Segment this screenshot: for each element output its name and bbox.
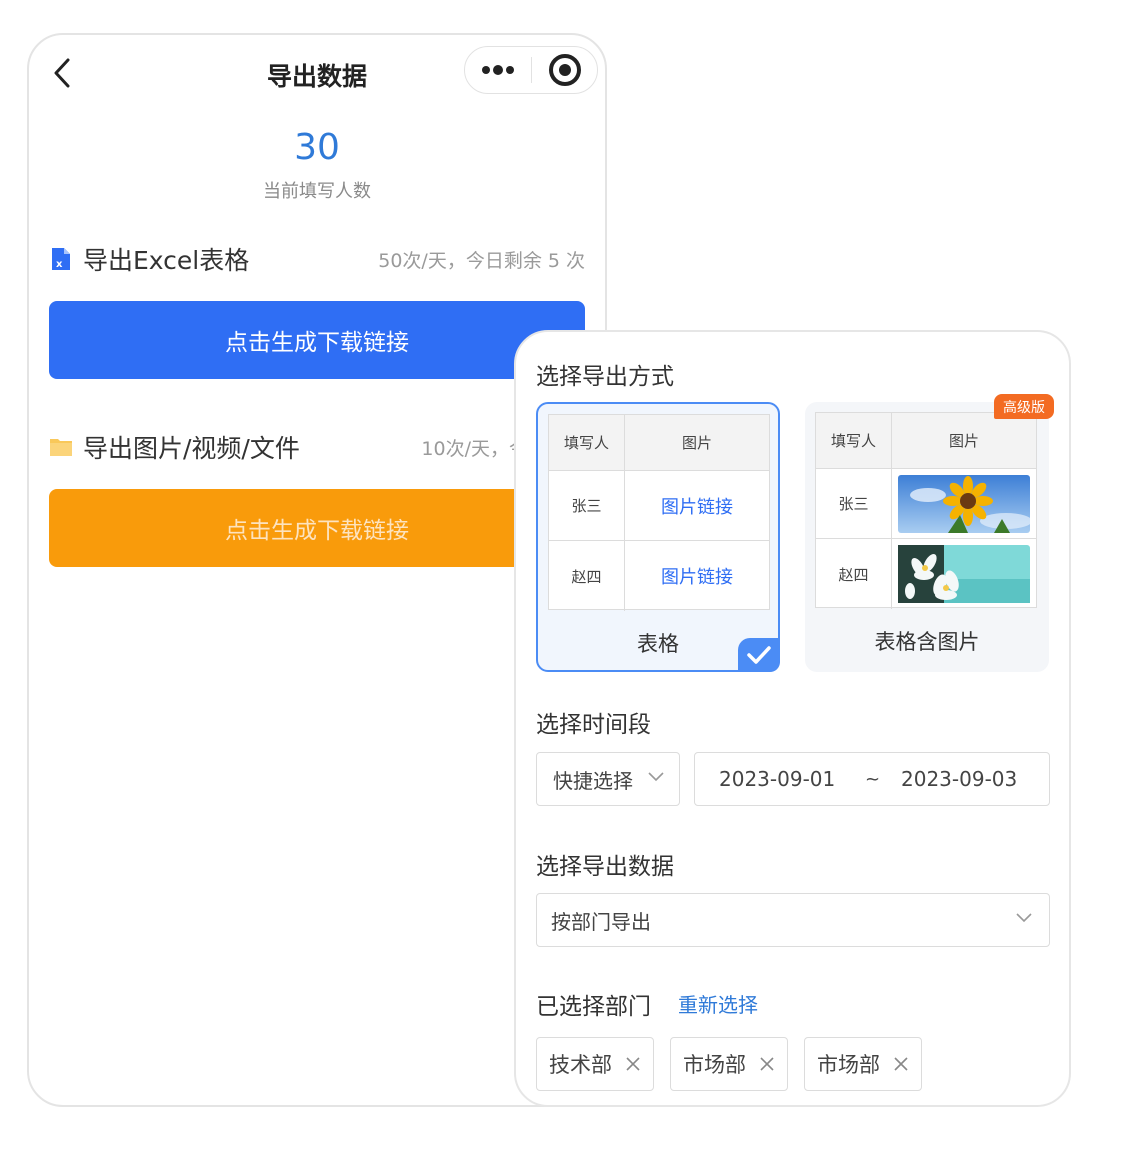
- close-icon[interactable]: [893, 1056, 909, 1072]
- export-options-card: 选择导出方式 填写人 图片 张三 图片链接 赵四 图片链接 表格 高级版 填写人…: [514, 330, 1071, 1107]
- export-by-value: 按部门导出: [551, 909, 651, 934]
- export-mode-table-images-option[interactable]: 填写人 图片 张三 赵四 表格含图片: [805, 402, 1049, 672]
- premium-badge: 高级版: [994, 394, 1054, 419]
- chevron-down-icon: [1016, 913, 1032, 923]
- export-data-title: 选择导出数据: [536, 854, 674, 880]
- preview-header-cell: 填写人: [549, 415, 625, 471]
- generate-media-link-button[interactable]: 点击生成下载链接: [49, 489, 585, 567]
- preview-name-cell: 赵四: [549, 541, 625, 611]
- folder-icon: [50, 439, 72, 456]
- export-excel-row: x 导出Excel表格 50次/天，今日剩余 5 次: [49, 241, 585, 277]
- preview-link-cell: 图片链接: [625, 471, 769, 541]
- white-flowers-photo: [892, 539, 1036, 609]
- reselect-link[interactable]: 重新选择: [678, 989, 758, 1018]
- preview-link-cell: 图片链接: [661, 567, 733, 588]
- table-preview: 填写人 图片 张三 图片链接 赵四 图片链接: [548, 414, 770, 611]
- export-by-select[interactable]: 按部门导出: [536, 893, 1050, 947]
- checkmark-icon: [747, 646, 771, 664]
- more-dots-icon: [482, 65, 514, 75]
- department-tag-label: 市场部: [683, 1053, 746, 1077]
- preview-name-cell: 张三: [549, 471, 625, 541]
- quick-select-label: 快捷选择: [553, 768, 633, 793]
- department-tag: 市场部: [804, 1037, 922, 1091]
- department-tag: 技术部: [536, 1037, 654, 1091]
- preview-header-cell: 图片: [625, 415, 769, 471]
- date-range-picker[interactable]: 2023-09-01 ~ 2023-09-03: [694, 752, 1050, 806]
- table-images-preview: 填写人 图片 张三 赵四: [815, 412, 1037, 609]
- date-start[interactable]: 2023-09-01: [719, 767, 835, 791]
- close-app-button[interactable]: [532, 47, 597, 93]
- selected-check-badge: [738, 638, 780, 672]
- option-caption: 表格含图片: [874, 630, 980, 654]
- selected-departments-label: 已选择部门: [536, 994, 651, 1020]
- preview-name-cell: 赵四: [816, 539, 892, 609]
- target-circle-icon: [548, 54, 581, 86]
- preview-header-cell: 图片: [892, 413, 1036, 469]
- export-excel-label: 导出Excel表格: [83, 246, 250, 275]
- export-media-row: 导出图片/视频/文件 10次/天，今日剩余: [49, 429, 585, 465]
- sunflower-photo: [892, 469, 1036, 539]
- chevron-down-icon: [648, 772, 664, 782]
- department-tag-label: 市场部: [817, 1053, 880, 1077]
- generate-excel-link-button[interactable]: 点击生成下载链接: [49, 301, 585, 379]
- department-tag-label: 技术部: [549, 1053, 612, 1077]
- date-end[interactable]: 2023-09-03: [901, 767, 1017, 791]
- date-separator: ~: [865, 768, 881, 790]
- more-menu-button[interactable]: [465, 47, 531, 93]
- excel-file-icon: x: [52, 248, 70, 270]
- mini-program-capsule: [464, 46, 598, 94]
- quick-select-dropdown[interactable]: 快捷选择: [536, 752, 680, 806]
- export-media-label: 导出图片/视频/文件: [83, 434, 300, 463]
- export-excel-quota: 50次/天，今日剩余 5 次: [378, 249, 585, 272]
- preview-header-cell: 填写人: [816, 413, 892, 469]
- respondent-count-label: 当前填写人数: [263, 181, 371, 202]
- respondent-count: 30: [294, 127, 340, 168]
- export-mode-title: 选择导出方式: [536, 364, 674, 390]
- close-icon[interactable]: [759, 1056, 775, 1072]
- svg-text:x: x: [56, 259, 63, 270]
- preview-name-cell: 张三: [816, 469, 892, 539]
- export-mode-table-option[interactable]: 填写人 图片 张三 图片链接 赵四 图片链接 表格: [536, 402, 780, 672]
- close-icon[interactable]: [625, 1056, 641, 1072]
- period-title: 选择时间段: [536, 712, 651, 738]
- department-tag: 市场部: [670, 1037, 788, 1091]
